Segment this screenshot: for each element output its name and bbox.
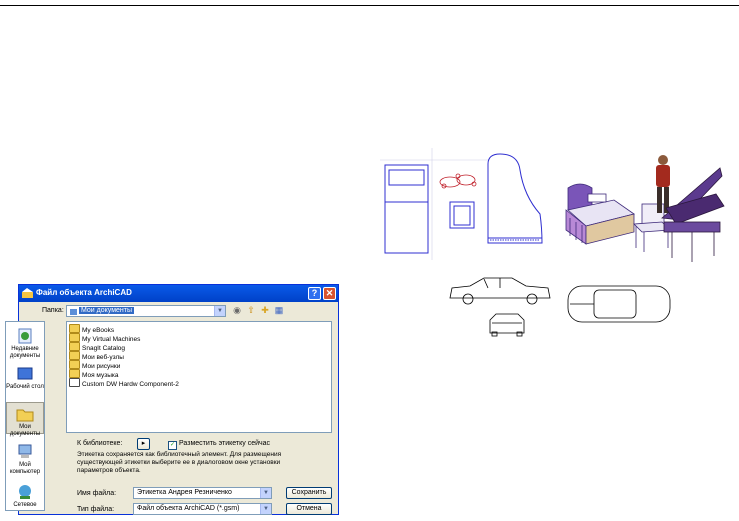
- chevron-down-icon[interactable]: ▼: [260, 488, 271, 498]
- info-text: Этикетка сохраняется как библиотечный эл…: [77, 451, 282, 474]
- checkbox-icon: ✓: [168, 441, 177, 450]
- cancel-button[interactable]: Отмена: [286, 503, 332, 515]
- filetype-select[interactable]: Файл объекта ArchiCAD (*.gsm) ▼: [133, 503, 272, 515]
- back-icon[interactable]: ◉: [232, 305, 242, 315]
- list-item[interactable]: SnagIt Catalog: [69, 342, 125, 352]
- up-folder-icon[interactable]: ⇧: [246, 305, 256, 315]
- desktop-icon: [17, 367, 33, 380]
- folder-icon: [69, 324, 80, 333]
- network-icon: [19, 485, 31, 499]
- bed-plan-symbol: [384, 164, 429, 254]
- filename-field[interactable]: Этикетка Андрея Резниченко ▼: [133, 487, 272, 499]
- place-my-computer[interactable]: Мой компьютер: [6, 444, 44, 476]
- library-browse-button[interactable]: ▸: [137, 438, 150, 450]
- chevron-down-icon[interactable]: ▼: [260, 504, 271, 514]
- piano-3d: [661, 167, 725, 262]
- filetype-value: Файл объекта ArchiCAD (*.gsm): [137, 505, 240, 512]
- list-item[interactable]: Моя музыка: [69, 369, 118, 379]
- archicad-icon: [22, 288, 33, 298]
- close-button[interactable]: ✕: [323, 287, 336, 300]
- top-rule: [0, 5, 739, 6]
- list-item[interactable]: My Virtual Machines: [69, 333, 140, 343]
- car-side-view: [449, 277, 551, 305]
- place-my-documents[interactable]: Мои документы: [6, 402, 44, 437]
- places-bar: Недавние документы Рабочий стол Мои доку…: [5, 321, 45, 511]
- place-label-checkbox[interactable]: ✓ Разместить этикетку сейчас: [168, 440, 270, 450]
- car-top-view: [567, 285, 671, 323]
- list-item[interactable]: Custom DW Hardw Component-2: [69, 378, 179, 388]
- chevron-down-icon[interactable]: ▼: [214, 306, 225, 316]
- folder-label: Папка:: [42, 307, 64, 314]
- car-front-view: [489, 313, 525, 337]
- view-menu-icon[interactable]: ▦: [274, 305, 284, 315]
- filename-label: Имя файла:: [77, 490, 117, 497]
- filename-value: Этикетка Андрея Резниченко: [137, 489, 232, 496]
- library-label: К библиотеке:: [77, 440, 123, 447]
- list-item[interactable]: Мои рисунки: [69, 360, 120, 370]
- bed-3d: [565, 183, 635, 245]
- help-button[interactable]: ?: [308, 287, 321, 300]
- filetype-label: Тип файла:: [77, 506, 115, 513]
- dialog-titlebar: Файл объекта ArchiCAD ? ✕: [19, 285, 338, 302]
- folder-select[interactable]: Мои документы ▼: [66, 305, 226, 317]
- place-recent[interactable]: Недавние документы: [6, 328, 44, 360]
- new-folder-icon[interactable]: ✚: [260, 305, 270, 315]
- dialog-title: Файл объекта ArchiCAD: [36, 288, 132, 297]
- my-documents-icon: [70, 309, 77, 315]
- file-list: My eBooks My Virtual Machines SnagIt Cat…: [66, 321, 332, 433]
- table-plan-symbol: [439, 173, 477, 189]
- place-network[interactable]: Сетевое: [6, 484, 44, 509]
- folder-icon: [69, 351, 80, 360]
- cad-illustration: [380, 148, 725, 337]
- piano-plan-symbol: [487, 153, 543, 244]
- save-button[interactable]: Сохранить: [286, 487, 332, 499]
- list-item[interactable]: Мои веб-узлы: [69, 351, 124, 361]
- recent-documents-icon: [18, 328, 32, 344]
- folder-icon: [69, 342, 80, 351]
- list-item[interactable]: My eBooks: [69, 324, 114, 334]
- my-documents-icon: [16, 409, 34, 422]
- folder-icon: [69, 333, 80, 342]
- my-computer-icon: [18, 444, 32, 458]
- folder-icon: [69, 360, 80, 369]
- place-desktop[interactable]: Рабочий стол: [6, 366, 44, 391]
- folder-value: Мои документы: [79, 307, 135, 314]
- archicad-object-icon: [69, 378, 80, 387]
- chair-plan-symbol: [449, 201, 475, 229]
- folder-icon: [69, 369, 80, 378]
